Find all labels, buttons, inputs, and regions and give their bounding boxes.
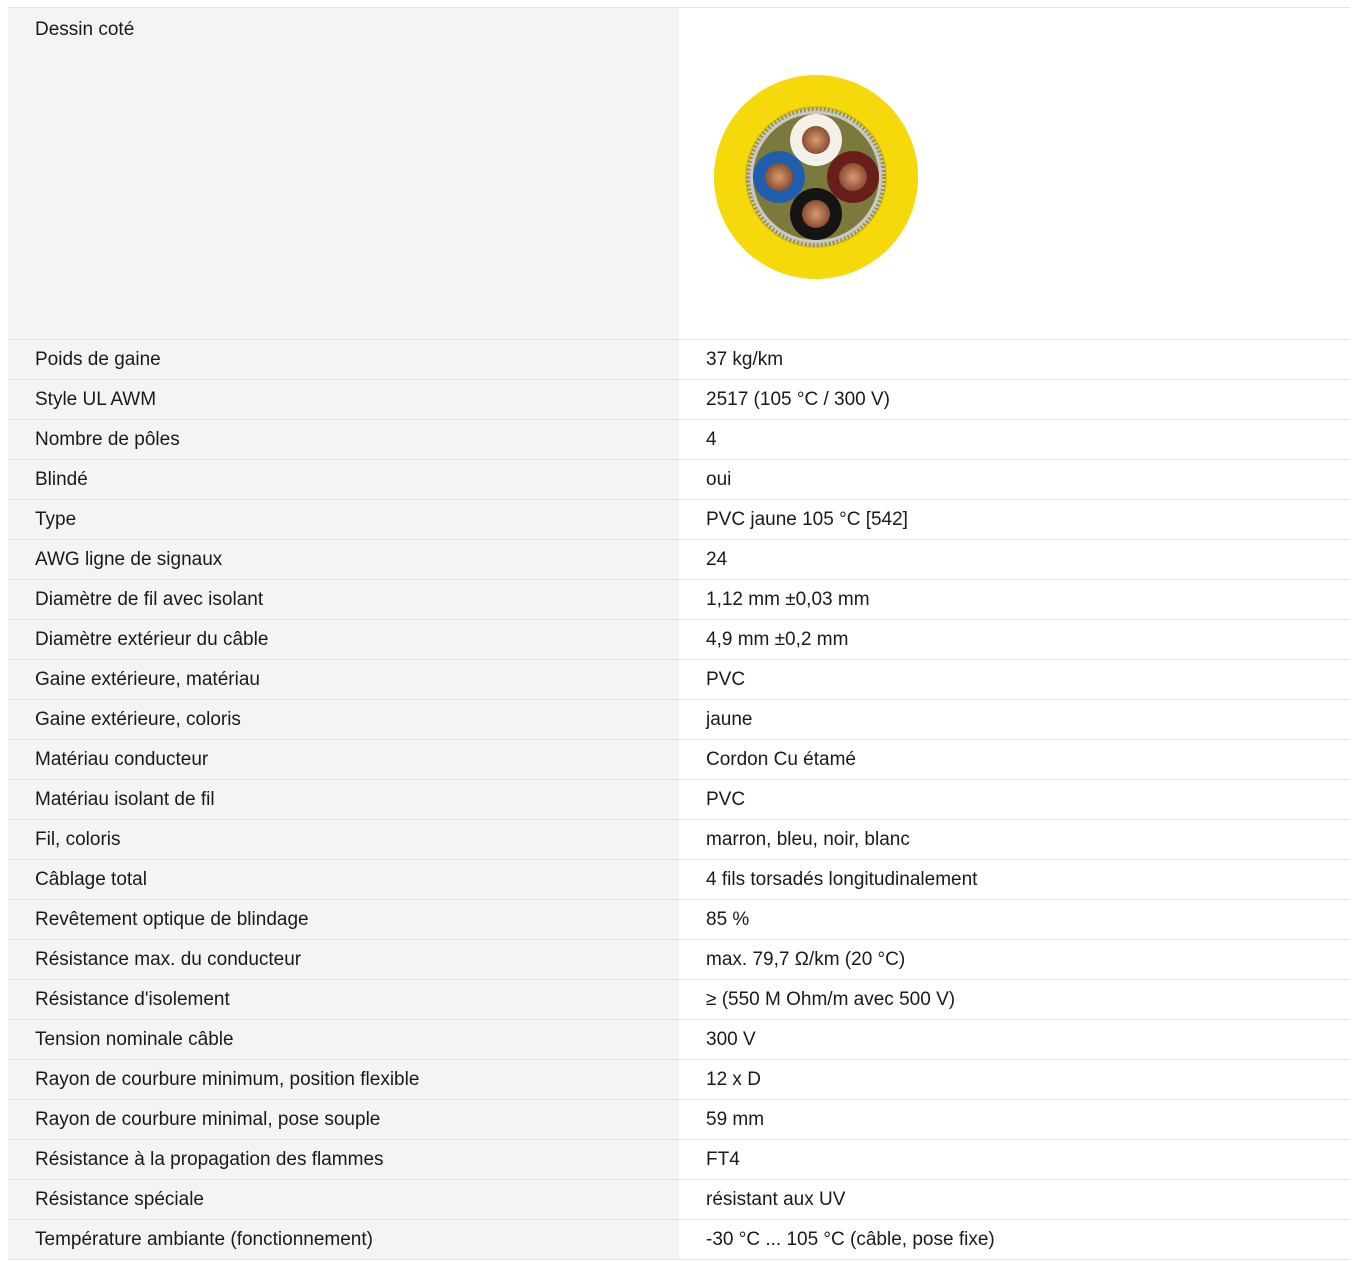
spec-value: Cordon Cu étamé (706, 748, 856, 770)
spec-row: Résistance à la propagation des flammes F… (8, 1140, 1350, 1180)
spec-row: Style UL AWM 2517 (105 °C / 300 V) (8, 380, 1350, 420)
spec-value: 1,12 mm ±0,03 mm (706, 588, 870, 610)
spec-value: jaune (706, 708, 753, 730)
spec-value: 4 (706, 428, 717, 450)
drawing-label: Dessin coté (8, 8, 679, 339)
cable-cross-section-icon (714, 75, 918, 279)
spec-value: 2517 (105 °C / 300 V) (706, 388, 890, 410)
spec-label: Température ambiante (fonctionnement) (8, 1220, 679, 1259)
spec-label: Style UL AWM (8, 380, 679, 419)
spec-value: PVC jaune 105 °C [542] (706, 508, 908, 530)
spec-row: Gaine extérieure, matériau PVC (8, 660, 1350, 700)
wire-brown (827, 151, 879, 203)
spec-label: Résistance spéciale (8, 1180, 679, 1219)
spec-label: Rayon de courbure minimal, pose souple (8, 1100, 679, 1139)
spec-value: ≥ (550 M Ohm/m avec 500 V) (706, 988, 956, 1010)
spec-row: Type PVC jaune 105 °C [542] (8, 500, 1350, 540)
spec-label: Revêtement optique de blindage (8, 900, 679, 939)
spec-label: Tension nominale câble (8, 1020, 679, 1059)
spec-row: AWG ligne de signaux 24 (8, 540, 1350, 580)
wire-blue (753, 151, 805, 203)
spec-table: Dessin coté Poids de gaine 37 kg/km Styl… (8, 7, 1350, 1260)
spec-value: max. 79,7 Ω/km (20 °C) (706, 948, 906, 970)
spec-label: Résistance max. du conducteur (8, 940, 679, 979)
wire-black (790, 188, 842, 240)
spec-value: 59 mm (706, 1108, 765, 1130)
spec-label: Gaine extérieure, matériau (8, 660, 679, 699)
spec-row: Gaine extérieure, coloris jaune (8, 700, 1350, 740)
spec-row: Résistance max. du conducteur max. 79,7 Ω… (8, 940, 1350, 980)
spec-value: 4,9 mm ±0,2 mm (706, 628, 849, 650)
spec-row: Diamètre de fil avec isolant 1,12 mm ±0,0… (8, 580, 1350, 620)
spec-value: 85 % (706, 908, 750, 930)
spec-label: Fil, coloris (8, 820, 679, 859)
spec-value: 24 (706, 548, 728, 570)
spec-label: AWG ligne de signaux (8, 540, 679, 579)
spec-row: Température ambiante (fonctionnement) -30… (8, 1220, 1350, 1260)
spec-label: Diamètre extérieur du câble (8, 620, 679, 659)
spec-label: Câblage total (8, 860, 679, 899)
spec-value: PVC (706, 668, 746, 690)
spec-row: Résistance spéciale résistant aux UV (8, 1180, 1350, 1220)
spec-label: Rayon de courbure minimum, position flex… (8, 1060, 679, 1099)
spec-label: Résistance d'isolement (8, 980, 679, 1019)
spec-row: Nombre de pôles 4 (8, 420, 1350, 460)
spec-row: Câblage total 4 fils torsadés longitudina… (8, 860, 1350, 900)
spec-value: 300 V (706, 1028, 756, 1050)
spec-row: Fil, coloris marron, bleu, noir, blanc (8, 820, 1350, 860)
spec-label: Gaine extérieure, coloris (8, 700, 679, 739)
spec-label: Nombre de pôles (8, 420, 679, 459)
spec-row: Rayon de courbure minimum, position flex… (8, 1060, 1350, 1100)
spec-row: Diamètre extérieur du câble 4,9 mm ±0,2 m… (8, 620, 1350, 660)
spec-value: PVC (706, 788, 746, 810)
spec-value: 12 x D (706, 1068, 761, 1090)
spec-value: FT4 (706, 1148, 740, 1170)
spec-label: Diamètre de fil avec isolant (8, 580, 679, 619)
spec-label: Poids de gaine (8, 340, 679, 379)
spec-value: oui (706, 468, 732, 490)
spec-value: -30 °C ... 105 °C (câble, pose fixe) (706, 1228, 995, 1250)
spec-row: Résistance d'isolement ≥ (550 M Ohm/m ave… (8, 980, 1350, 1020)
spec-label: Blindé (8, 460, 679, 499)
spec-row: Matériau conducteur Cordon Cu étamé (8, 740, 1350, 780)
spec-value: résistant aux UV (706, 1188, 846, 1210)
spec-value: 4 fils torsadés longitudinalement (706, 868, 978, 890)
drawing-row: Dessin coté (8, 8, 1350, 340)
spec-label: Type (8, 500, 679, 539)
spec-row: Tension nominale câble 300 V (8, 1020, 1350, 1060)
drawing-cell (679, 8, 1350, 339)
spec-value: marron, bleu, noir, blanc (706, 828, 910, 850)
spec-row: Poids de gaine 37 kg/km (8, 340, 1350, 380)
spec-row: Revêtement optique de blindage 85 % (8, 900, 1350, 940)
spec-row: Matériau isolant de fil PVC (8, 780, 1350, 820)
spec-row: Rayon de courbure minimal, pose souple 59… (8, 1100, 1350, 1140)
spec-label: Matériau conducteur (8, 740, 679, 779)
spec-row: Blindé oui (8, 460, 1350, 500)
spec-label: Résistance à la propagation des flammes (8, 1140, 679, 1179)
spec-label: Matériau isolant de fil (8, 780, 679, 819)
wire-white (790, 114, 842, 166)
spec-value: 37 kg/km (706, 348, 784, 370)
spec-rows: Poids de gaine 37 kg/km Style UL AWM 2517 (… (8, 340, 1350, 1260)
